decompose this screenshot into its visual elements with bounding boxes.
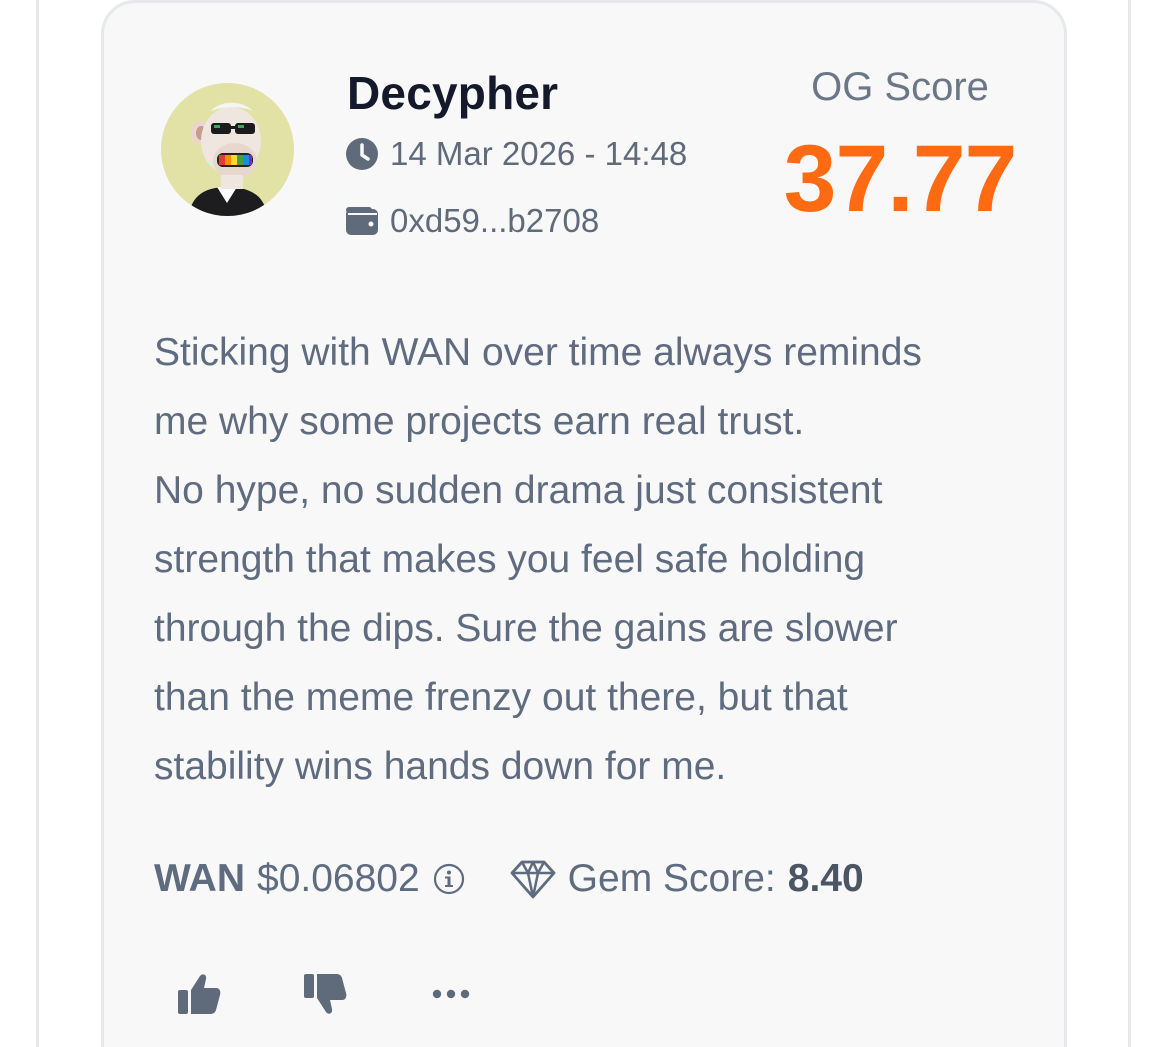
wallet-address[interactable]: 0xd59...b2708 — [390, 202, 599, 240]
token-price: $0.06802 — [257, 857, 420, 900]
post-text-line: No hype, no sudden drama just consistent — [154, 469, 883, 512]
post-text-line: than the meme frenzy out there, but that — [154, 676, 848, 719]
info-icon[interactable] — [432, 862, 466, 896]
post-text-line: Sticking with WAN over time always remin… — [154, 331, 922, 374]
post-text-line: stability wins hands down for me. — [154, 745, 727, 788]
wallet-row: 0xd59...b2708 — [344, 202, 599, 240]
dislike-button[interactable] — [300, 969, 350, 1019]
more-options-button[interactable] — [426, 969, 476, 1019]
frame-border-right — [1128, 0, 1131, 1047]
like-button[interactable] — [174, 969, 224, 1019]
post-body: Sticking with WAN over time always remin… — [154, 318, 1014, 801]
post-date-row: 14 Mar 2026 - 14:48 — [344, 135, 687, 173]
clock-icon — [344, 136, 380, 172]
post-text-line: strength that makes you feel safe holdin… — [154, 538, 866, 581]
username[interactable]: Decypher — [347, 66, 558, 120]
wallet-icon — [344, 203, 380, 239]
avatar[interactable] — [161, 83, 294, 216]
post-date: 14 Mar 2026 - 14:48 — [390, 135, 688, 172]
diamond-icon — [510, 859, 556, 899]
thumbs-down-icon — [304, 974, 347, 1014]
gem-score-value: 8.40 — [787, 857, 864, 900]
gem-score-label: Gem Score: — [567, 857, 776, 900]
og-score-value: 37.77 — [783, 126, 1018, 232]
post-text-line: me why some projects earn real trust. — [154, 400, 805, 443]
post-actions — [174, 969, 552, 1019]
token-symbol[interactable]: WAN — [154, 857, 245, 901]
ellipsis-icon — [432, 989, 470, 999]
post-text-line: through the dips. Sure the gains are slo… — [154, 607, 898, 650]
frame-border-left — [36, 0, 39, 1047]
token-info-row: WAN $0.06802 Gem Score: 8.40 — [154, 857, 864, 901]
og-score-label: OG Score — [811, 65, 989, 109]
thumbs-up-icon — [178, 974, 221, 1014]
ape-avatar-icon — [161, 83, 294, 216]
post-card: Decypher 14 Mar 2026 - 14:48 0xd59...b27… — [101, 0, 1067, 1047]
page: Decypher 14 Mar 2026 - 14:48 0xd59...b27… — [0, 0, 1170, 1047]
